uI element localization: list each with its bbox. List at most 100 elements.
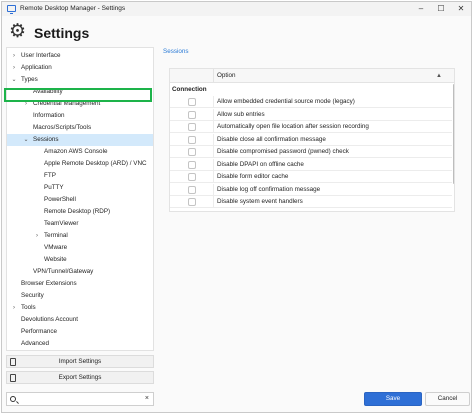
sidebar-item[interactable]: › Terminal xyxy=(7,230,153,242)
sidebar-item[interactable]: Macros/Scripts/Tools xyxy=(7,122,153,134)
chevron-right-icon[interactable]: › xyxy=(11,302,17,314)
option-label: Automatically open file location after s… xyxy=(217,123,369,130)
group-label-connection: Connection xyxy=(172,86,207,93)
breadcrumb[interactable]: Sessions xyxy=(163,48,189,55)
sidebar-item[interactable]: VPN/Tunnel/Gateway xyxy=(7,266,153,278)
sidebar-item-label: TeamViewer xyxy=(44,220,79,227)
grid-scrollbar[interactable] xyxy=(453,84,454,184)
table-row: Disable close all confirmation message xyxy=(170,133,452,146)
option-label: Disable log off confirmation message xyxy=(217,185,321,193)
import-settings-label: Import Settings xyxy=(58,358,102,365)
search-input[interactable] xyxy=(20,394,135,404)
chevron-down-icon[interactable]: ⌄ xyxy=(23,134,29,146)
column-separator xyxy=(213,196,214,208)
sidebar-item-label: Performance xyxy=(21,328,58,335)
grid-header: Option ▲ xyxy=(170,69,454,83)
maximize-button[interactable]: ☐ xyxy=(434,3,448,15)
close-button[interactable]: ✕ xyxy=(454,3,468,15)
sidebar-item-label: Devolutions Account xyxy=(21,316,79,323)
option-checkbox[interactable] xyxy=(188,160,196,169)
sidebar-item[interactable]: FTP xyxy=(7,170,153,182)
option-label: Disable DPAPI on offline cache xyxy=(217,160,304,168)
option-checkbox[interactable] xyxy=(188,185,196,194)
sidebar-item[interactable]: Browser Extensions xyxy=(7,278,153,290)
remote-desktop-manager-icon xyxy=(7,5,16,14)
table-row: Automatically open file location after s… xyxy=(170,121,452,133)
column-separator xyxy=(213,171,214,183)
option-checkbox[interactable] xyxy=(188,110,196,119)
table-row: Disable compromised password (pwned) che… xyxy=(170,146,452,158)
sidebar-item-label: Apple Remote Desktop (ARD) / VNC xyxy=(44,160,147,167)
sessions-highlight-frame xyxy=(4,88,152,102)
sort-up-icon[interactable]: ▲ xyxy=(436,69,442,83)
option-label: Disable system event handlers xyxy=(217,198,303,205)
sidebar-item-label: Application xyxy=(21,64,52,71)
sidebar-item-label: Browser Extensions xyxy=(21,280,77,287)
sidebar-item[interactable]: Information xyxy=(7,110,153,122)
page-header: ⚙ Settings xyxy=(2,16,471,48)
page-title: Settings xyxy=(34,25,90,41)
gear-icon: ⚙ xyxy=(9,20,27,42)
sidebar-item-label: Amazon AWS Console xyxy=(44,148,108,155)
option-checkbox[interactable] xyxy=(188,173,196,181)
sidebar-item[interactable]: PuTTY xyxy=(7,182,153,194)
chevron-down-icon[interactable]: ⌄ xyxy=(11,74,17,86)
settings-window: Remote Desktop Manager - Settings – ☐ ✕ … xyxy=(1,1,472,413)
minimize-button[interactable]: – xyxy=(414,3,428,15)
sidebar-item[interactable]: Website xyxy=(7,254,153,266)
clear-search-icon[interactable]: × xyxy=(145,393,149,405)
sidebar-item[interactable]: › Tools xyxy=(7,302,153,314)
sidebar-item[interactable]: Remote Desktop (RDP) xyxy=(7,206,153,218)
sidebar-item[interactable]: PowerShell xyxy=(7,194,153,206)
search-icon xyxy=(10,396,16,402)
sidebar-item[interactable]: Devolutions Account xyxy=(7,314,153,326)
option-label: Disable close all confirmation message xyxy=(217,135,326,143)
column-separator xyxy=(213,69,214,83)
option-checkbox[interactable] xyxy=(188,123,196,131)
sidebar-item-label: Sessions xyxy=(33,136,59,143)
cancel-button[interactable]: Cancel xyxy=(425,392,470,406)
option-checkbox[interactable] xyxy=(188,98,196,106)
option-checkbox[interactable] xyxy=(188,148,196,156)
sidebar-item-label: Types xyxy=(21,76,38,83)
column-separator xyxy=(213,183,214,196)
option-checkbox[interactable] xyxy=(188,135,196,144)
sidebar-item-label: Tools xyxy=(21,304,36,311)
import-settings-button[interactable]: Import Settings xyxy=(6,355,154,368)
column-separator xyxy=(213,146,214,158)
window-title: Remote Desktop Manager - Settings xyxy=(20,5,126,12)
settings-search[interactable]: × xyxy=(6,392,154,406)
sidebar-item-label: FTP xyxy=(44,172,56,179)
option-label: Allow embedded credential source mode (l… xyxy=(217,98,355,105)
table-row: Disable log off confirmation message xyxy=(170,183,452,196)
sidebar-item[interactable]: ⌄ Sessions xyxy=(7,134,153,146)
sidebar-item[interactable]: TeamViewer xyxy=(7,218,153,230)
sidebar-item[interactable]: Security xyxy=(7,290,153,302)
option-label: Allow sub entries xyxy=(217,110,265,118)
chevron-right-icon[interactable]: › xyxy=(11,50,17,62)
save-button[interactable]: Save xyxy=(364,392,422,406)
chevron-right-icon[interactable]: › xyxy=(34,230,40,242)
sidebar-item[interactable]: ⌄ Types xyxy=(7,74,153,86)
sidebar-item-label: Security xyxy=(21,292,44,299)
sidebar-item-label: Website xyxy=(44,256,67,263)
sidebar-item-label: VMware xyxy=(44,244,68,251)
option-column-header[interactable]: Option xyxy=(217,69,236,83)
sidebar-item-label: User Interface xyxy=(21,52,61,59)
chevron-right-icon[interactable]: › xyxy=(11,62,17,74)
sidebar-item[interactable]: › User Interface xyxy=(7,50,153,62)
column-separator xyxy=(213,96,214,108)
sidebar-item[interactable]: VMware xyxy=(7,242,153,254)
sidebar-item-label: PowerShell xyxy=(44,196,76,203)
export-settings-button[interactable]: Export Settings xyxy=(6,371,154,384)
sidebar-item[interactable]: › Application xyxy=(7,62,153,74)
table-row: Disable form editor cache xyxy=(170,171,452,183)
column-separator xyxy=(213,158,214,171)
sidebar-item-label: Remote Desktop (RDP) xyxy=(44,208,111,215)
sidebar-item[interactable]: Performance xyxy=(7,326,153,338)
sidebar-item[interactable]: Amazon AWS Console xyxy=(7,146,153,158)
option-checkbox[interactable] xyxy=(188,198,196,206)
sidebar-item[interactable]: Advanced xyxy=(7,338,153,350)
sidebar-item-label: VPN/Tunnel/Gateway xyxy=(33,268,94,275)
sidebar-item[interactable]: Apple Remote Desktop (ARD) / VNC xyxy=(7,158,153,170)
